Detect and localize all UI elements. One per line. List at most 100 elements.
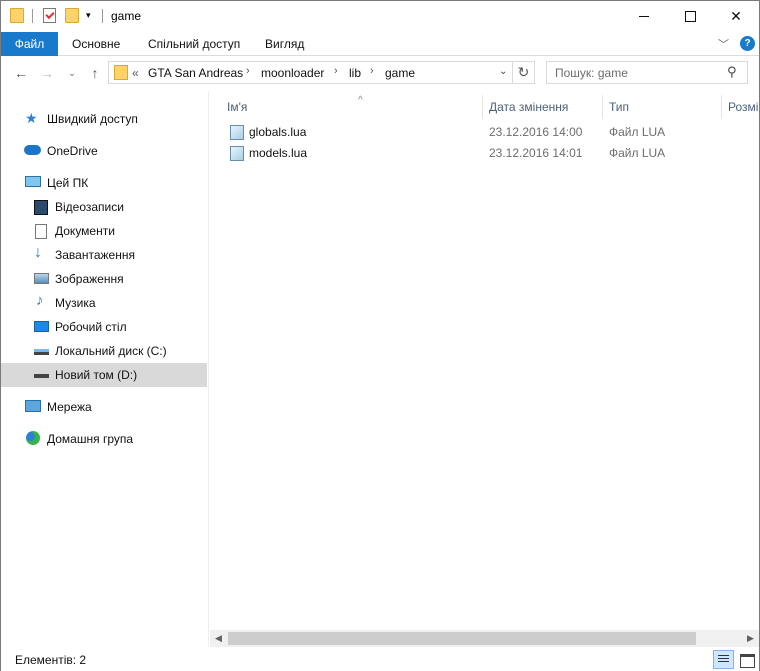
item-count: Елементів: 2 (15, 653, 87, 667)
sidebar-item-onedrive[interactable]: OneDrive (1, 139, 207, 163)
chevron-right-icon[interactable]: › (370, 65, 374, 77)
file-list: ^ Ім'я Дата змінення Тип Розмі globals.l… (210, 91, 759, 646)
sidebar-item-desktop[interactable]: Робочий стіл (1, 315, 207, 339)
tab-share[interactable]: Спільний доступ (138, 32, 250, 56)
details-view-icon[interactable] (713, 650, 734, 669)
sidebar-item-label: Швидкий доступ (47, 112, 138, 126)
navigation-pane: ★ Швидкий доступ OneDrive Цей ПК Відеоза… (1, 91, 209, 646)
tab-home[interactable]: Основне (62, 32, 130, 56)
desktop-icon (34, 321, 49, 332)
sidebar-item-this-pc[interactable]: Цей ПК (1, 171, 207, 195)
large-icons-view-icon[interactable] (737, 650, 757, 669)
table-row[interactable]: models.lua 23.12.2016 14:01 Файл LUA (224, 143, 694, 164)
scroll-right-icon[interactable]: ▶ (742, 630, 759, 647)
homegroup-icon (26, 431, 40, 445)
properties-icon[interactable] (43, 8, 56, 23)
documents-icon (35, 224, 47, 239)
sidebar-item-label: Домашня група (47, 432, 134, 446)
search-icon[interactable]: ⚲ (727, 64, 737, 80)
help-icon[interactable]: ? (740, 36, 755, 51)
lua-file-icon (230, 125, 244, 140)
sidebar-item-local-disk-c[interactable]: Локальний диск (C:) (1, 339, 207, 363)
local-disk-icon (34, 349, 49, 355)
sidebar-item-pictures[interactable]: Зображення (1, 267, 207, 291)
sidebar-item-label: Документи (55, 224, 115, 238)
computer-icon (25, 176, 41, 187)
close-button[interactable]: ✕ (713, 1, 759, 32)
sidebar-item-documents[interactable]: Документи (1, 219, 207, 243)
file-date: 23.12.2016 14:00 (489, 125, 583, 139)
downloads-icon: ↓ (34, 244, 42, 261)
breadcrumb-game[interactable]: game (385, 66, 415, 80)
onedrive-icon (24, 145, 41, 155)
drive-icon (34, 374, 49, 378)
breadcrumb-overflow[interactable]: « (132, 66, 139, 80)
sidebar-item-quick-access[interactable]: ★ Швидкий доступ (1, 107, 207, 131)
sidebar-item-label: Завантаження (55, 248, 135, 262)
sidebar-item-label: Мережа (47, 400, 92, 414)
scroll-left-icon[interactable]: ◀ (210, 630, 227, 647)
sidebar-item-label: Новий том (D:) (55, 368, 138, 382)
music-icon: ♪ (36, 292, 44, 309)
tab-file[interactable]: Файл (1, 32, 58, 56)
address-bar[interactable]: « GTA San Andreas › moonloader › lib › g… (108, 61, 513, 84)
videos-icon (34, 200, 48, 215)
explorer-window: ▾ game ✕ Файл Основне Спільний доступ Ви… (0, 0, 760, 671)
column-header-type[interactable]: Тип (603, 95, 722, 119)
horizontal-scrollbar[interactable]: ◀ ▶ (210, 630, 759, 647)
breadcrumb-gta-san-andreas[interactable]: GTA San Andreas (148, 66, 243, 80)
sort-ascending-icon: ^ (358, 95, 363, 106)
file-date: 23.12.2016 14:01 (489, 146, 583, 160)
recent-locations-chevron-icon[interactable]: ⌄ (62, 63, 82, 83)
forward-arrow-icon[interactable]: → (37, 63, 57, 83)
sidebar-item-music[interactable]: ♪ Музика (1, 291, 207, 315)
refresh-icon[interactable]: ↻ (513, 61, 535, 84)
ribbon-tabs: Файл Основне Спільний доступ Вигляд ﹀ ? (1, 32, 759, 56)
minimize-button[interactable] (621, 1, 667, 32)
new-folder-icon[interactable] (65, 8, 79, 23)
back-arrow-icon[interactable]: ← (11, 63, 31, 83)
column-header-size[interactable]: Розмі (722, 95, 759, 119)
window-title: game (111, 9, 142, 23)
sidebar-item-label: Робочий стіл (55, 320, 127, 334)
up-arrow-icon[interactable]: ↑ (85, 63, 105, 83)
title-separator (102, 9, 103, 23)
quick-access-separator (32, 9, 33, 23)
pictures-icon (34, 273, 49, 284)
sidebar-item-label: Музика (55, 296, 96, 310)
ribbon-expand-icon[interactable]: ﹀ (718, 36, 729, 52)
sidebar-item-homegroup[interactable]: Домашня група (1, 427, 207, 451)
sidebar-item-label: Зображення (55, 272, 124, 286)
folder-icon (10, 8, 24, 23)
file-type: Файл LUA (609, 146, 666, 160)
file-name: globals.lua (249, 125, 307, 139)
sidebar-item-network[interactable]: Мережа (1, 395, 207, 419)
navigation-bar: ← → ⌄ ↑ « GTA San Andreas › moonloader ›… (1, 57, 759, 89)
file-name: models.lua (249, 146, 308, 160)
folder-icon (114, 65, 128, 80)
sidebar-item-downloads[interactable]: ↓ Завантаження (1, 243, 207, 267)
customize-toolbar-icon[interactable]: ▾ (86, 10, 91, 21)
breadcrumb-moonloader[interactable]: moonloader (261, 66, 324, 80)
file-type: Файл LUA (609, 125, 666, 139)
chevron-right-icon[interactable]: › (246, 65, 250, 77)
chevron-right-icon[interactable]: › (334, 65, 338, 77)
sidebar-item-videos[interactable]: Відеозаписи (1, 195, 207, 219)
search-input[interactable] (547, 62, 722, 83)
title-bar: ▾ game ✕ (1, 1, 759, 32)
breadcrumb-lib[interactable]: lib (349, 66, 361, 80)
tab-view[interactable]: Вигляд (255, 32, 314, 56)
table-row[interactable]: globals.lua 23.12.2016 14:00 Файл LUA (224, 122, 694, 143)
sidebar-item-new-volume-d[interactable]: Новий том (D:) (1, 363, 207, 387)
maximize-button[interactable] (667, 1, 713, 32)
sidebar-item-label: Локальний диск (C:) (55, 344, 167, 358)
sidebar-item-label: OneDrive (47, 144, 98, 158)
sidebar-item-label: Цей ПК (47, 176, 89, 190)
column-header-date[interactable]: Дата змінення (483, 95, 603, 119)
star-icon: ★ (25, 110, 38, 126)
sidebar-item-label: Відеозаписи (55, 200, 124, 214)
chevron-down-icon[interactable]: ⌄ (499, 66, 507, 77)
scrollbar-thumb[interactable] (228, 632, 696, 645)
column-header-name[interactable]: ^ Ім'я (221, 95, 483, 119)
search-box: ⚲ (546, 61, 748, 84)
